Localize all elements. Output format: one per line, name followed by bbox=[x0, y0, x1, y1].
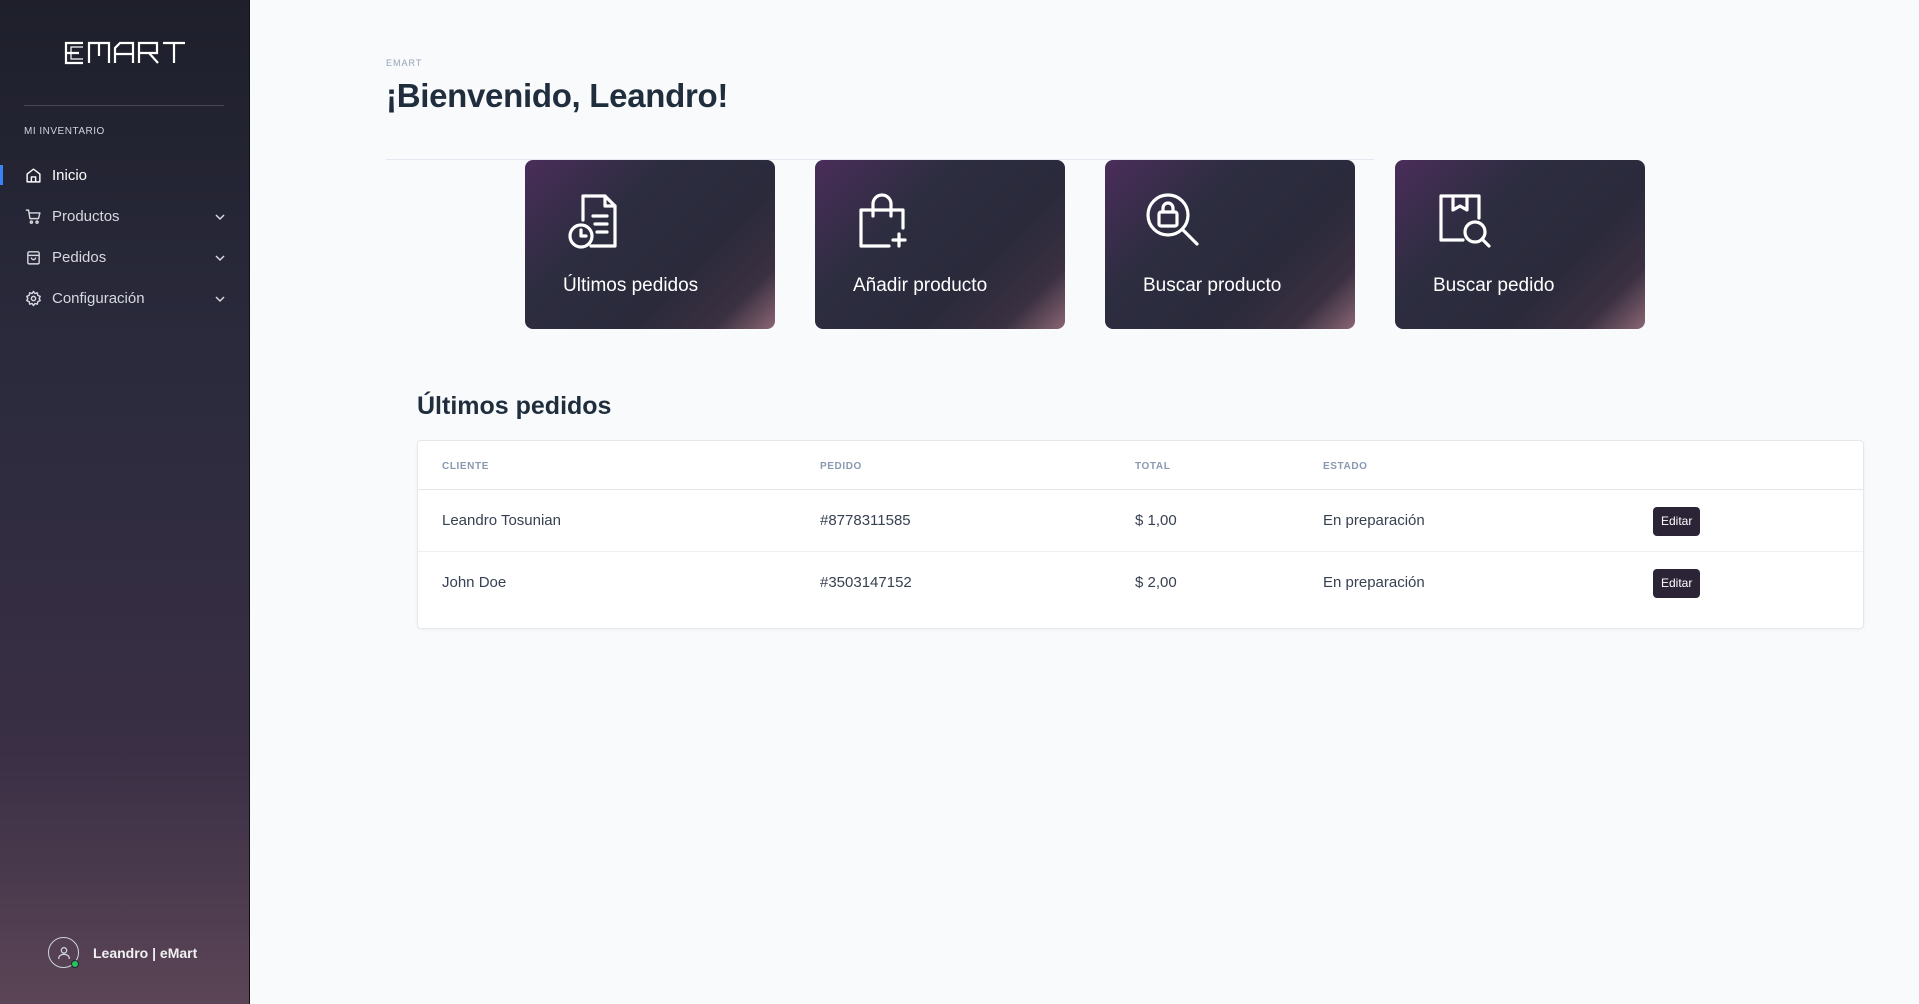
emart-logo-icon bbox=[64, 41, 185, 65]
sidebar: MI INVENTARIO Inicio Productos Pedidos C… bbox=[0, 0, 250, 1004]
quick-action-label: Añadir producto bbox=[853, 275, 988, 296]
sidebar-item-pedidos[interactable]: Pedidos bbox=[0, 237, 250, 278]
document-clock-icon bbox=[563, 190, 625, 252]
breadcrumb: EMART bbox=[386, 58, 423, 68]
chevron-down-icon bbox=[214, 293, 226, 305]
sidebar-item-label: Pedidos bbox=[52, 249, 107, 266]
chevron-down-icon bbox=[214, 211, 226, 223]
cell-pedido: #3503147152 bbox=[820, 574, 912, 591]
orders-table: CLIENTE PEDIDO TOTAL ESTADO Leandro Tosu… bbox=[417, 440, 1864, 629]
cell-pedido: #8778311585 bbox=[820, 512, 911, 529]
column-header-estado[interactable]: ESTADO bbox=[1323, 461, 1368, 472]
app-logo[interactable] bbox=[0, 40, 250, 71]
sidebar-item-label: Productos bbox=[52, 208, 120, 225]
quick-action-label: Buscar producto bbox=[1143, 275, 1282, 296]
sidebar-divider bbox=[24, 105, 224, 106]
sidebar-item-label: Inicio bbox=[52, 167, 88, 184]
quick-action-label: Buscar pedido bbox=[1433, 275, 1555, 296]
sidebar-item-configuracion[interactable]: Configuración bbox=[0, 278, 250, 319]
cart-icon bbox=[24, 208, 42, 226]
cell-total: $ 1,00 bbox=[1135, 512, 1177, 529]
user-icon bbox=[57, 946, 70, 959]
avatar bbox=[48, 937, 79, 968]
quick-action-buscar-producto[interactable]: Buscar producto bbox=[1105, 160, 1355, 329]
quick-action-label: Últimos pedidos bbox=[563, 275, 699, 296]
shopping-bag-icon bbox=[24, 249, 42, 267]
table-row[interactable]: John Doe #3503147152 $ 2,00 En preparaci… bbox=[418, 552, 1863, 614]
table-header: CLIENTE PEDIDO TOTAL ESTADO bbox=[418, 441, 1863, 490]
quick-action-buscar-pedido[interactable]: Buscar pedido bbox=[1395, 160, 1645, 329]
online-status-dot bbox=[71, 960, 79, 968]
column-header-pedido[interactable]: PEDIDO bbox=[820, 461, 862, 472]
quick-action-anadir-producto[interactable]: Añadir producto bbox=[815, 160, 1065, 329]
quick-action-ultimos-pedidos[interactable]: Últimos pedidos bbox=[525, 160, 775, 329]
table-row[interactable]: Leandro Tosunian #8778311585 $ 1,00 En p… bbox=[418, 490, 1863, 552]
home-icon bbox=[24, 167, 42, 185]
edit-order-button[interactable]: Editar bbox=[1653, 507, 1701, 536]
sidebar-item-label: Configuración bbox=[52, 290, 145, 307]
sidebar-nav: Inicio Productos Pedidos Configuración bbox=[0, 155, 250, 319]
cell-cliente: Leandro Tosunian bbox=[442, 512, 561, 529]
package-search-icon bbox=[1433, 190, 1495, 252]
bag-add-icon bbox=[853, 190, 915, 252]
cell-cliente: John Doe bbox=[442, 574, 507, 591]
chevron-down-icon bbox=[214, 252, 226, 264]
sidebar-section-label: MI INVENTARIO bbox=[24, 126, 105, 137]
page-title: ¡Bienvenido, Leandro! bbox=[386, 77, 729, 114]
cell-estado: En preparación bbox=[1323, 574, 1425, 591]
gear-icon bbox=[24, 290, 42, 308]
column-header-cliente[interactable]: CLIENTE bbox=[442, 461, 489, 472]
column-header-total[interactable]: TOTAL bbox=[1135, 461, 1170, 472]
cell-estado: En preparación bbox=[1323, 512, 1425, 529]
sidebar-item-productos[interactable]: Productos bbox=[0, 196, 250, 237]
cell-total: $ 2,00 bbox=[1135, 574, 1177, 591]
user-profile[interactable]: Leandro | eMart bbox=[48, 937, 197, 968]
search-bag-icon bbox=[1143, 190, 1205, 252]
orders-section-title: Últimos pedidos bbox=[417, 392, 612, 420]
sidebar-item-inicio[interactable]: Inicio bbox=[0, 155, 250, 196]
user-name: Leandro | eMart bbox=[93, 944, 198, 961]
edit-order-button[interactable]: Editar bbox=[1653, 569, 1701, 598]
